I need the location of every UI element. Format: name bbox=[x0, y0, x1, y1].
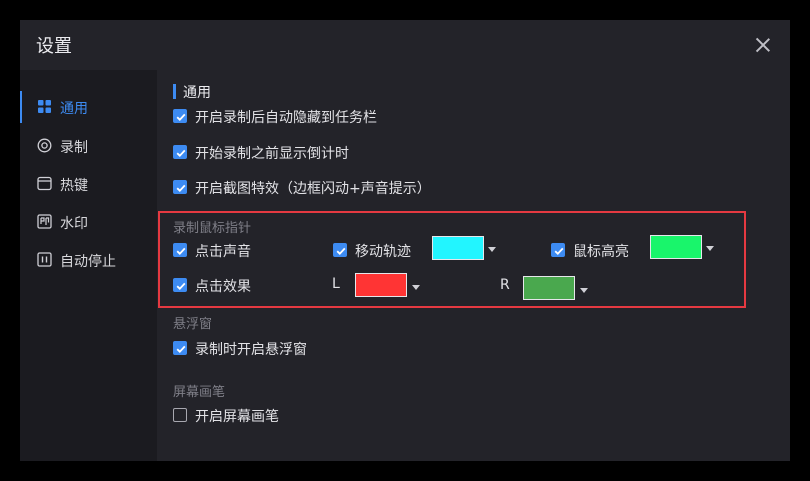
chevron-down-icon[interactable] bbox=[706, 246, 714, 251]
grid-icon bbox=[38, 100, 51, 113]
screen-pen-group-title: 屏幕画笔 bbox=[173, 385, 226, 400]
sidebar-item-label: 自动停止 bbox=[60, 254, 116, 270]
auto-stop-icon bbox=[37, 252, 52, 267]
left-click-color-swatch[interactable] bbox=[355, 273, 407, 297]
sidebar-item-record[interactable]: 录制 bbox=[20, 128, 157, 164]
sidebar-item-label: 通用 bbox=[60, 101, 88, 117]
move-track-color-swatch[interactable] bbox=[432, 236, 484, 260]
checkbox-checked[interactable] bbox=[173, 145, 187, 159]
right-click-color-swatch[interactable] bbox=[523, 276, 575, 300]
record-icon bbox=[37, 138, 52, 153]
chevron-down-icon[interactable] bbox=[580, 288, 588, 293]
sidebar-item-watermark[interactable]: 水印 bbox=[20, 204, 157, 240]
checkbox-checked[interactable] bbox=[173, 109, 187, 123]
checkbox-checked[interactable] bbox=[333, 243, 347, 257]
sidebar-item-label: 热键 bbox=[60, 178, 88, 194]
keyboard-icon bbox=[37, 176, 52, 191]
option-label: 开启屏幕画笔 bbox=[195, 409, 279, 425]
close-icon[interactable] bbox=[754, 36, 772, 54]
option-label: 开启截图特效（边框闪动+声音提示） bbox=[195, 181, 431, 197]
window-title: 设置 bbox=[36, 36, 72, 57]
checkbox-checked[interactable] bbox=[173, 278, 187, 292]
left-click-label: L bbox=[332, 276, 340, 292]
watermark-icon bbox=[37, 214, 52, 229]
checkbox-checked[interactable] bbox=[173, 243, 187, 257]
right-click-label: R bbox=[500, 277, 510, 293]
mouse-highlight-color-swatch[interactable] bbox=[650, 235, 702, 259]
sidebar: 通用 录制 热键 水印 自动停止 bbox=[20, 70, 157, 461]
option-label: 鼠标高亮 bbox=[573, 244, 629, 260]
chevron-down-icon[interactable] bbox=[488, 247, 496, 252]
sidebar-item-label: 录制 bbox=[60, 140, 88, 156]
checkbox-checked[interactable] bbox=[173, 341, 187, 355]
option-label: 移动轨迹 bbox=[355, 244, 411, 260]
option-label: 开启录制后自动隐藏到任务栏 bbox=[195, 110, 377, 126]
sidebar-item-general[interactable]: 通用 bbox=[20, 89, 157, 125]
sidebar-item-hotkey[interactable]: 热键 bbox=[20, 166, 157, 202]
checkbox-checked[interactable] bbox=[173, 180, 187, 194]
title-bar: 设置 bbox=[20, 20, 790, 70]
option-label: 点击声音 bbox=[195, 244, 251, 260]
sidebar-item-auto-stop[interactable]: 自动停止 bbox=[20, 242, 157, 278]
option-label: 开始录制之前显示倒计时 bbox=[195, 146, 349, 162]
checkbox-checked[interactable] bbox=[551, 243, 565, 257]
checkbox-unchecked[interactable] bbox=[173, 408, 187, 422]
chevron-down-icon[interactable] bbox=[412, 285, 420, 290]
option-label: 点击效果 bbox=[195, 279, 251, 295]
section-general-heading: 通用 bbox=[173, 82, 211, 102]
option-label: 录制时开启悬浮窗 bbox=[195, 342, 307, 358]
floating-window-group-title: 悬浮窗 bbox=[173, 317, 213, 332]
sidebar-item-label: 水印 bbox=[60, 216, 88, 232]
mouse-pointer-group-title: 录制鼠标指针 bbox=[173, 221, 252, 236]
